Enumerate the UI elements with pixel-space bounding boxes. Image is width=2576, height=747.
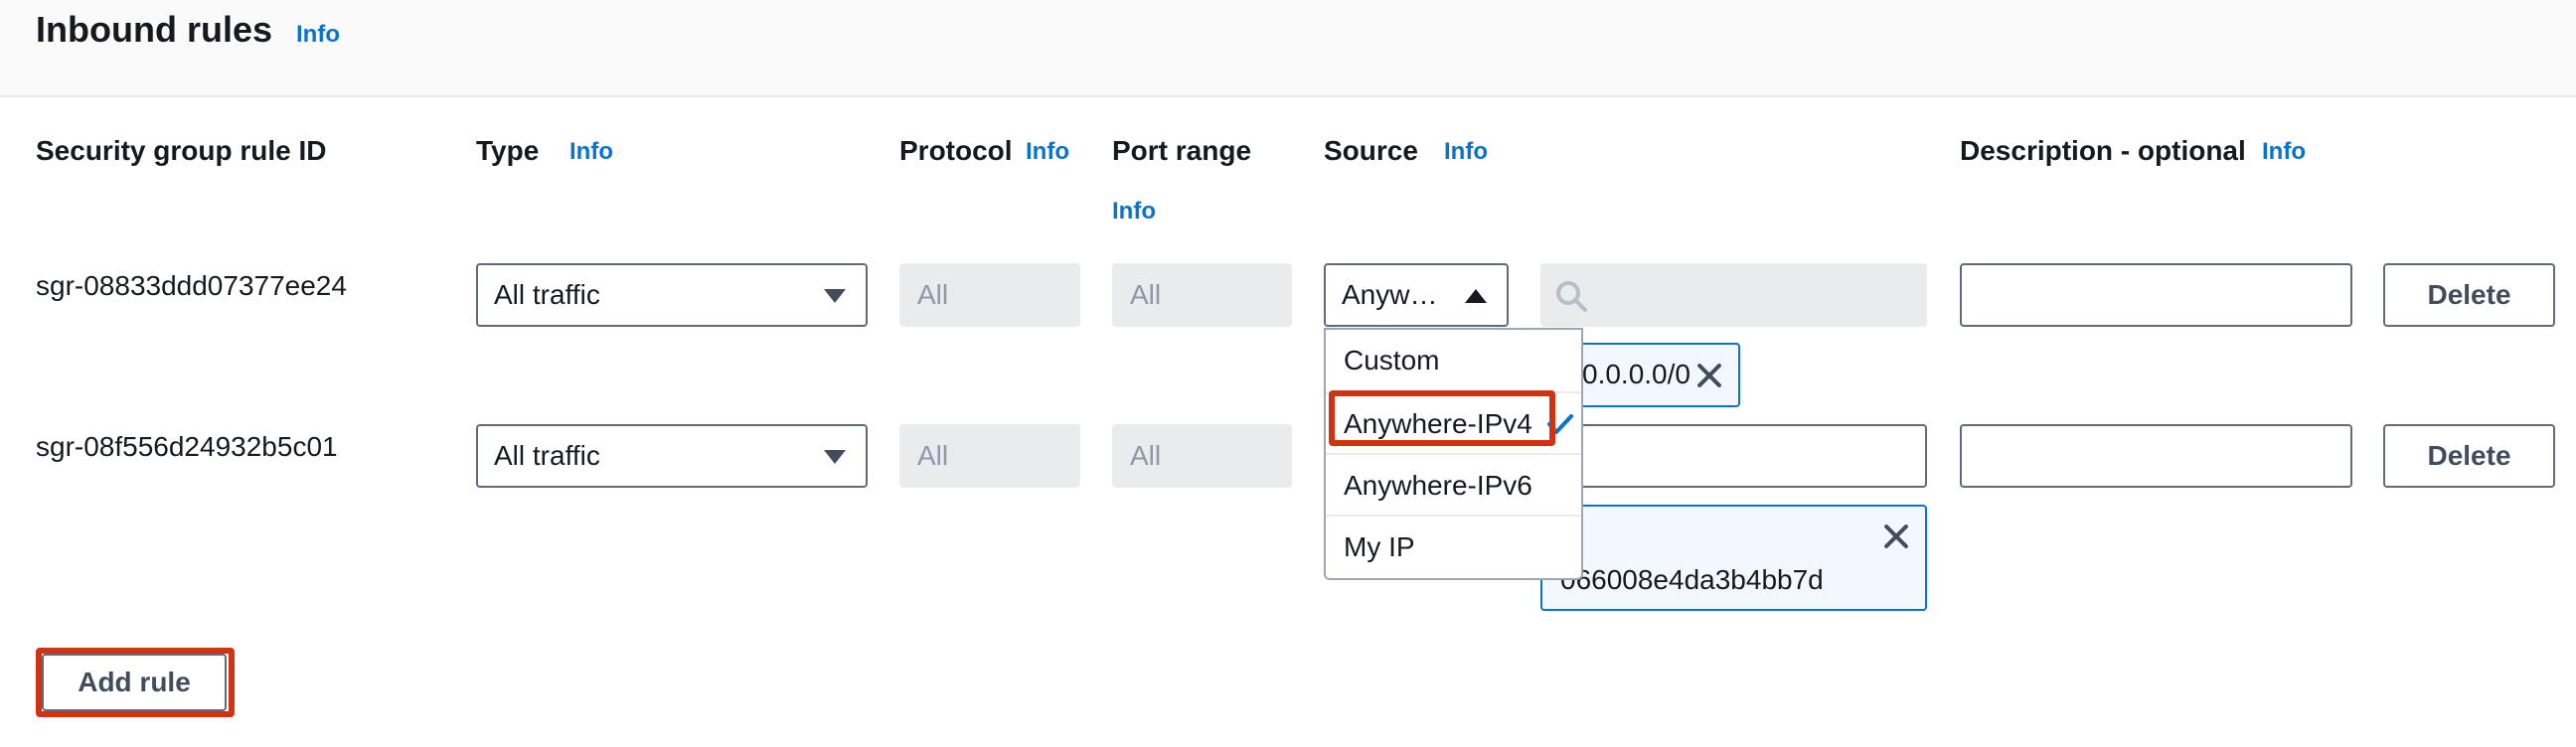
close-icon[interactable] xyxy=(1695,362,1723,389)
rule-id-1: sgr-08833ddd07377ee24 xyxy=(36,270,347,301)
dropdown-option-custom[interactable]: Custom xyxy=(1326,330,1581,391)
type-select-1[interactable]: All traffic xyxy=(476,263,868,327)
selected-option-highlight xyxy=(1329,390,1555,446)
dropdown-option-my-ip[interactable]: My IP xyxy=(1326,515,1581,576)
description-info-link[interactable]: Info xyxy=(2262,137,2306,167)
close-icon[interactable] xyxy=(1882,523,1910,550)
source-search-2[interactable] xyxy=(1540,424,1927,488)
rule-id-2: sgr-08f556d24932b5c01 xyxy=(36,431,338,462)
source-search-1[interactable] xyxy=(1540,263,1927,327)
chevron-down-icon xyxy=(824,289,846,303)
col-header-port-range: Port range xyxy=(1112,135,1252,166)
source-select-1-value: Anyw… xyxy=(1342,279,1438,310)
section-title-text: Inbound rules xyxy=(36,9,272,50)
col-header-rule-id: Security group rule ID xyxy=(36,135,327,166)
chevron-down-icon xyxy=(824,450,846,464)
col-header-protocol: Protocol xyxy=(899,135,1013,166)
section-info-link[interactable]: Info xyxy=(296,21,340,48)
delete-button-2[interactable]: Delete xyxy=(2383,424,2555,488)
section-title: Inbound rules Info xyxy=(36,8,340,52)
type-select-2[interactable]: All traffic xyxy=(476,424,868,488)
source-dropdown-menu: Custom Anywhere-IPv4 Anywhere-IPv6 My IP xyxy=(1324,328,1583,580)
source-token-2-text: l- 066008e4da3b4bb7d xyxy=(1560,521,1824,600)
type-select-2-value: All traffic xyxy=(494,440,600,471)
protocol-field-1: All xyxy=(899,263,1080,327)
description-input-1[interactable] xyxy=(1960,263,2352,327)
search-icon xyxy=(1556,281,1587,312)
source-token-2-line1: l- xyxy=(1560,521,1824,560)
protocol-field-2: All xyxy=(899,424,1080,488)
port-range-field-2: All xyxy=(1112,424,1292,488)
source-token-2-line2: 066008e4da3b4bb7d xyxy=(1560,564,1824,595)
chevron-up-icon xyxy=(1465,289,1487,303)
source-select-1[interactable]: Anyw… xyxy=(1324,263,1509,327)
port-range-field-1: All xyxy=(1112,263,1292,327)
protocol-info-link[interactable]: Info xyxy=(1026,137,1069,167)
add-rule-highlight xyxy=(36,648,235,717)
delete-button-1[interactable]: Delete xyxy=(2383,263,2555,327)
col-header-type: Type xyxy=(476,135,540,166)
col-header-description: Description - optional xyxy=(1960,135,2246,166)
section-header xyxy=(0,0,2576,97)
type-info-link[interactable]: Info xyxy=(569,137,613,167)
port-range-info-link[interactable]: Info xyxy=(1112,197,1156,226)
source-token-2: l- 066008e4da3b4bb7d xyxy=(1540,505,1927,611)
source-info-link[interactable]: Info xyxy=(1444,137,1488,167)
source-token-1-text: 0.0.0.0/0 xyxy=(1582,359,1690,389)
col-header-source: Source xyxy=(1324,135,1418,166)
description-input-2[interactable] xyxy=(1960,424,2352,488)
type-select-1-value: All traffic xyxy=(494,279,600,310)
dropdown-option-anywhere-ipv6[interactable]: Anywhere-IPv6 xyxy=(1326,453,1581,515)
